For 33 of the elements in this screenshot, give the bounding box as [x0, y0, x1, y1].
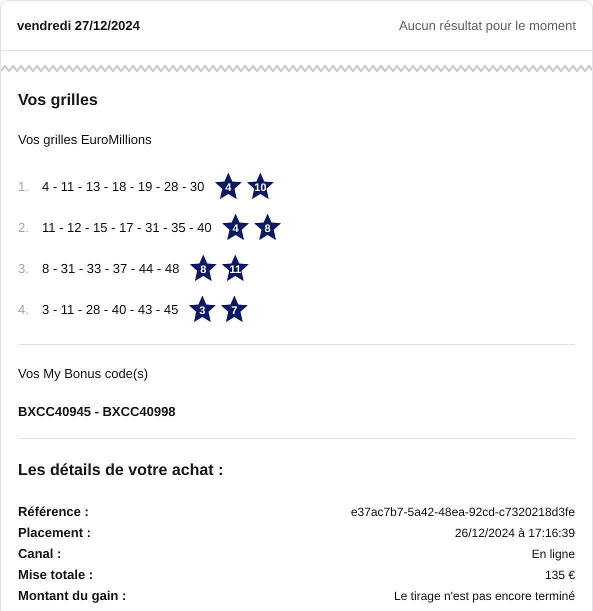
grid-index: 1. — [18, 178, 30, 196]
grid-numbers: 8 - 31 - 33 - 37 - 44 - 48 — [42, 260, 180, 278]
detail-value: e37ac7b7-5a42-48ea-92cd-c7320218d3fe — [350, 504, 575, 521]
detail-value: En ligne — [532, 546, 575, 563]
grid-numbers: 11 - 12 - 15 - 17 - 31 - 35 - 40 — [42, 218, 212, 237]
grid-numbers: 3 - 11 - 28 - 40 - 43 - 45 — [42, 300, 178, 319]
grid-index: 4. — [18, 300, 30, 319]
detail-label: Référence : — [18, 503, 89, 522]
bonus-title: Vos My Bonus code(s) — [18, 364, 150, 383]
detail-value: Le tirage n'est pas encore terminé — [394, 588, 575, 605]
detail-value: 26/12/2024 à 17:16:39 — [454, 525, 575, 542]
star-number: 11 — [221, 254, 250, 282]
star-number: 8 — [254, 214, 282, 242]
star-number: 8 — [189, 254, 218, 282]
section-subtitle: Vos grilles EuroMillions — [18, 131, 153, 149]
grid-index: 2. — [18, 218, 30, 237]
star-number: 10 — [246, 172, 274, 200]
grid-numbers: 4 - 11 - 13 - 18 - 19 - 28 - 30 — [42, 178, 204, 196]
bonus-codes: BXCC40945 - BXCC40998 — [18, 403, 177, 421]
star-number: 3 — [188, 296, 216, 324]
section-title: Les détails de votre achat : — [18, 460, 224, 480]
star-number: 4 — [222, 214, 250, 242]
detail-label: Mise totale : — [18, 566, 94, 584]
draw-date: vendredi 27/12/2024 — [17, 16, 140, 35]
detail-label: Canal : — [18, 545, 62, 564]
detail-label: Montant du gain : — [18, 587, 126, 606]
detail-value: 135 € — [544, 567, 575, 584]
grid-index: 3. — [18, 260, 30, 278]
star-number: 7 — [220, 296, 248, 324]
section-title: Vos grilles — [18, 91, 99, 111]
star-number: 4 — [214, 172, 242, 200]
detail-label: Placement : — [18, 524, 91, 542]
result-status: Aucun résultat pour le moment — [398, 16, 576, 35]
